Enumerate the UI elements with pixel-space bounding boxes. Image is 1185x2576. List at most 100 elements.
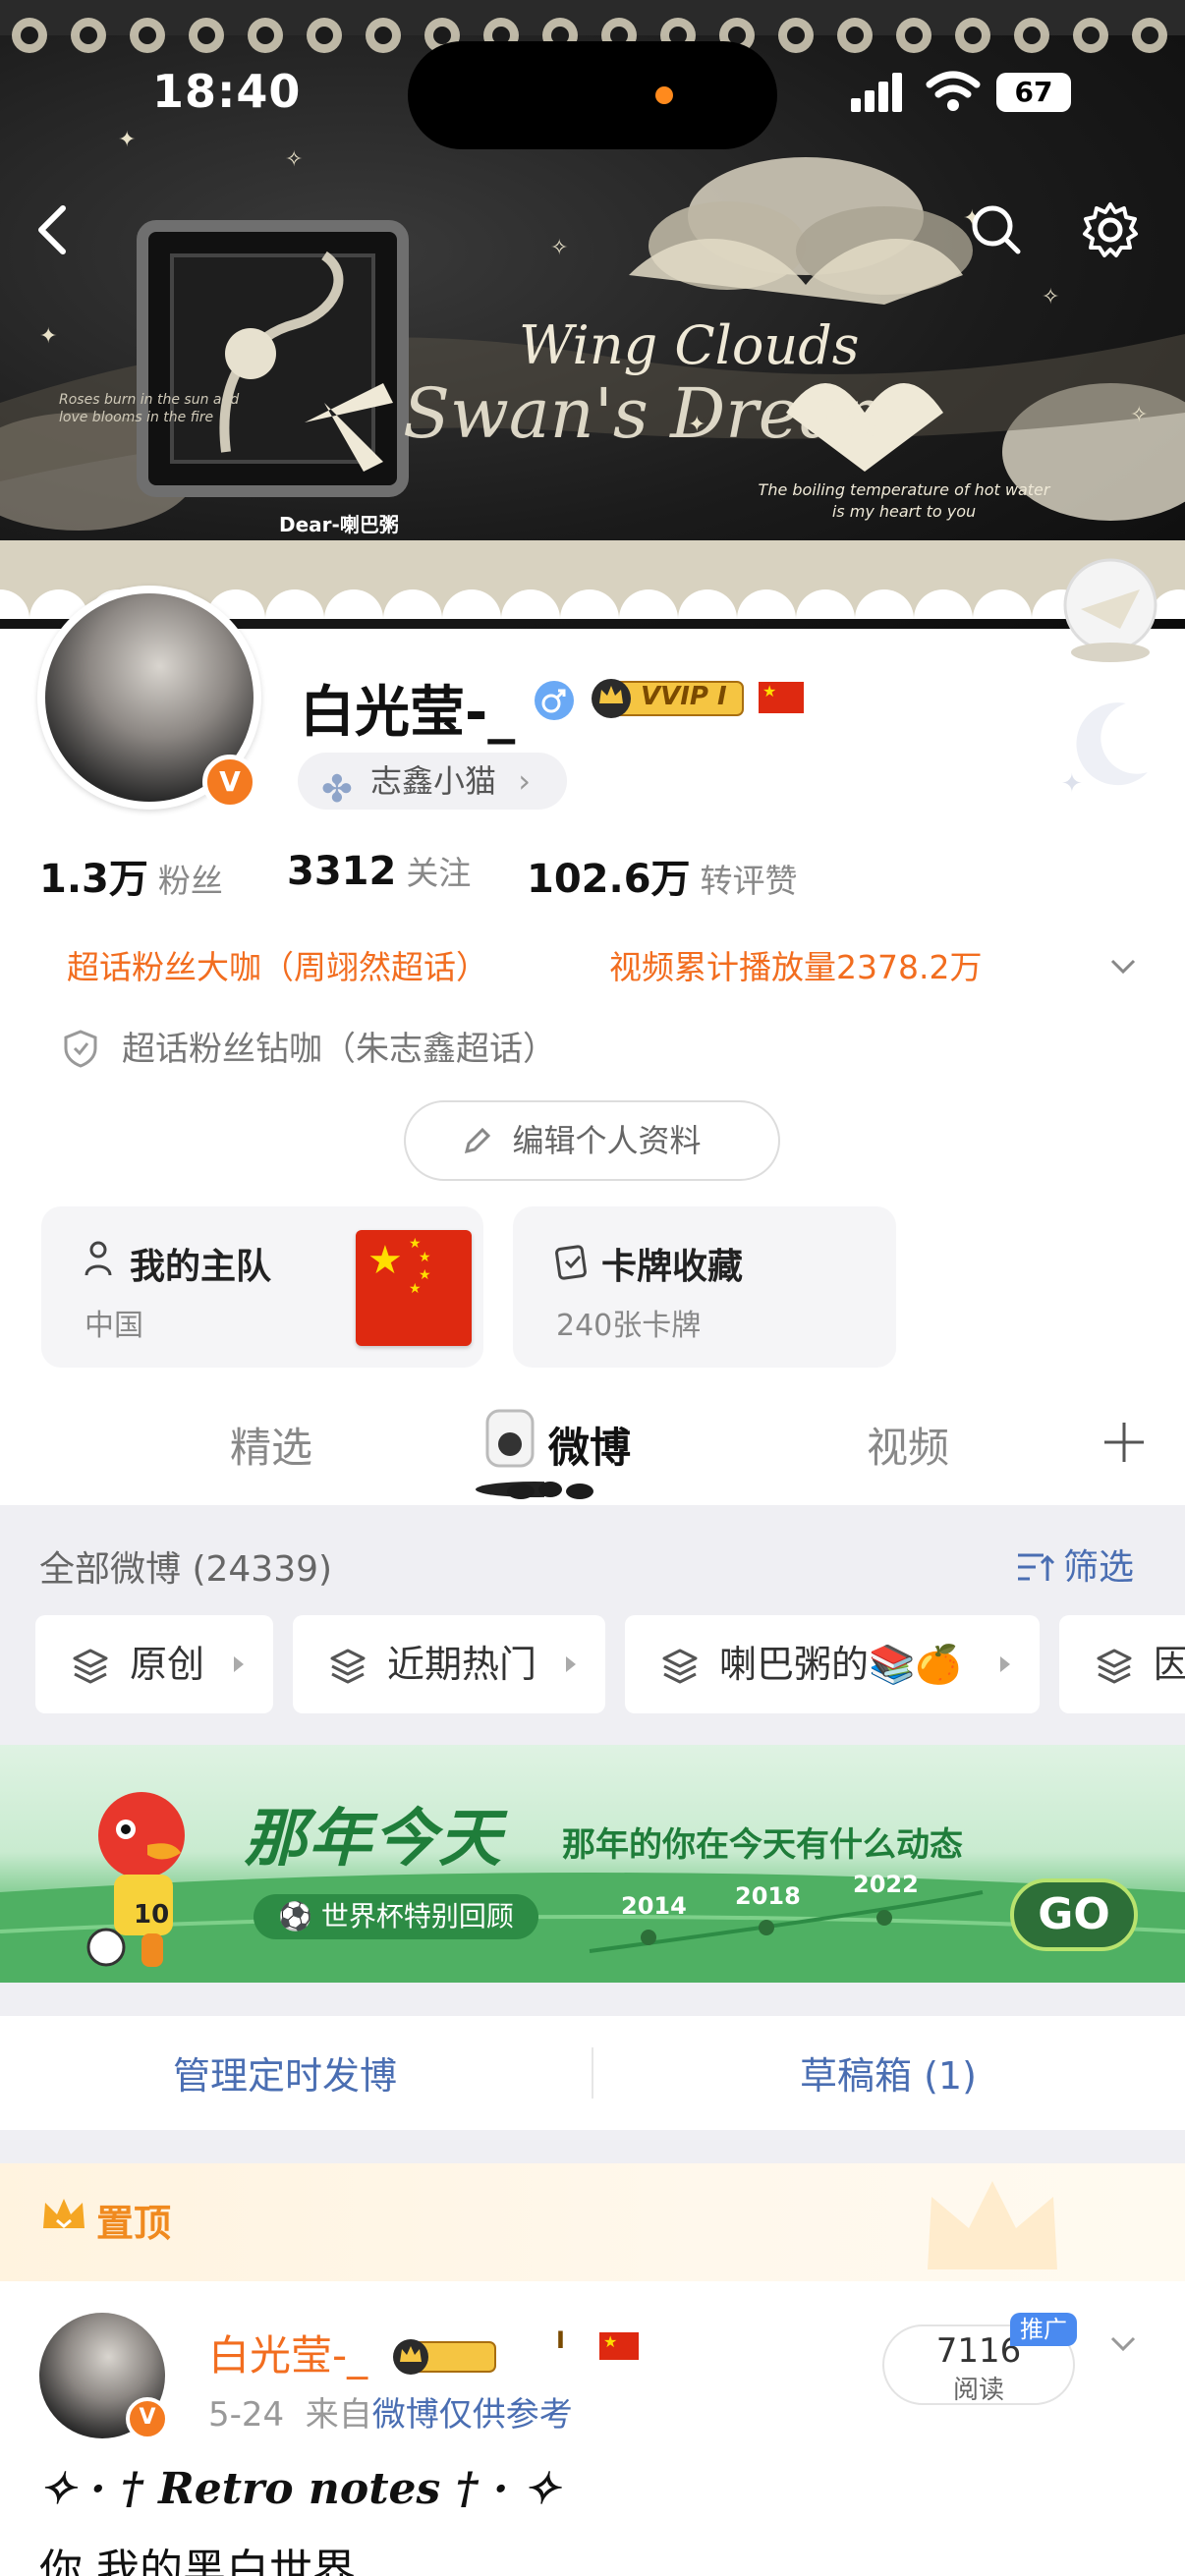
on-this-day-banner[interactable]: 10 那年今天 那年的你在今天有什么动态 ⚽ 世界杯特别回顾 2014 2018… <box>0 1745 1185 1983</box>
post-author-name-text: 白光莹-_ <box>208 2331 368 2380</box>
followers-stat[interactable]: 1.3万 粉丝 <box>39 847 223 904</box>
profile-cover-banner[interactable]: ✦✧✦ ✧✦✧ ✦✦✧ Wing Clouds Swan's Dream Dea… <box>0 0 1185 629</box>
my-team-card[interactable]: 我的主队 中国 ★ ★ ★ ★ ★ <box>41 1206 483 1368</box>
chip-recent-hot-label: 近期热门 <box>387 1643 537 1686</box>
card-collection-title: 卡牌收藏 <box>601 1247 744 1287</box>
search-icon[interactable] <box>965 198 1028 261</box>
pinned-header: 置顶 <box>0 2163 1185 2281</box>
post-source-prefix: 来自 <box>305 2395 372 2435</box>
post-options-chevron-icon[interactable] <box>1108 2328 1138 2358</box>
engagement-stat[interactable]: 102.6万 转评赞 <box>527 847 798 904</box>
soccer-ball-icon: ⚽ <box>278 1900 321 1932</box>
chip-partial[interactable]: 因 <box>1059 1615 1185 1713</box>
my-team-subtitle: 中国 <box>85 1309 143 1343</box>
drafts-link[interactable]: 草稿箱 (1) <box>800 2045 977 2100</box>
recording-indicator <box>655 86 673 104</box>
chip-custom-collection-label: 喇巴粥的📚🍊 <box>719 1643 962 1686</box>
followers-label: 粉丝 <box>157 862 223 900</box>
clover-icon: ✤ <box>321 767 353 811</box>
world-cup-label: 世界杯特别回顾 <box>320 1900 514 1932</box>
banner-tagline: The boiling temperature of hot water is … <box>758 480 1050 521</box>
settings-gear-icon[interactable] <box>1079 198 1142 261</box>
chip-original[interactable]: 原创 <box>35 1615 273 1713</box>
filter-icon <box>1018 1553 1055 1581</box>
card-collection-subtitle: 240张卡牌 <box>556 1309 702 1343</box>
profile-name: 白光莹-_ <box>300 681 516 745</box>
post-author-name[interactable]: 白光莹-_ I <box>208 2323 639 2382</box>
chip-custom-collection[interactable]: 喇巴粥的📚🍊 <box>625 1615 1040 1713</box>
edit-profile-label: 编辑个人资料 <box>512 1122 702 1159</box>
tab-weibo[interactable]: 微博 <box>548 1415 631 1475</box>
vip-level-label: I <box>556 2326 565 2354</box>
team-icon <box>85 1241 112 1276</box>
year-2022: 2022 <box>853 1871 919 1898</box>
edit-profile-button[interactable]: 编辑个人资料 <box>404 1100 780 1181</box>
crown-icon <box>43 2199 85 2228</box>
filter-label: 筛选 <box>1063 1547 1135 1588</box>
crystal-ball-decoration-icon <box>1063 558 1157 662</box>
layers-icon <box>330 1649 366 1684</box>
svg-text:✦: ✦ <box>1061 769 1083 799</box>
post-date: 5-24 <box>208 2395 285 2435</box>
status-time: 18:40 <box>152 65 302 118</box>
chevron-down-icon[interactable] <box>1108 951 1138 980</box>
honor-supertopic-big[interactable]: 超话粉丝大咖（周翊然超话） <box>67 941 488 988</box>
following-label: 关注 <box>406 854 472 892</box>
go-button[interactable]: GO <box>1010 1878 1138 1951</box>
add-tab-plus-icon[interactable] <box>1100 1419 1148 1466</box>
crown-watermark-icon <box>928 2181 1057 2269</box>
chip-recent-hot[interactable]: 近期热门 <box>293 1615 605 1713</box>
followers-count: 1.3万 <box>39 857 148 902</box>
weibo-tab-underline-icon <box>507 1482 593 1499</box>
tab-video[interactable]: 视频 <box>867 1415 949 1475</box>
banner-title-line1: Wing Clouds <box>519 314 860 376</box>
gender-male-icon <box>535 681 574 720</box>
tab-featured[interactable]: 精选 <box>230 1415 312 1475</box>
engagement-label: 转评赞 <box>700 862 798 900</box>
post-management-row: 管理定时发博 草稿箱 (1) <box>0 2016 1185 2130</box>
back-arrow-icon[interactable] <box>24 198 86 261</box>
status-bar: 18:40 67 <box>0 0 1185 149</box>
read-label: 阅读 <box>952 2376 1004 2405</box>
pencil-icon <box>464 1127 491 1154</box>
layers-icon <box>1097 1649 1132 1684</box>
chip-original-label: 原创 <box>130 1643 205 1686</box>
chip-arrow-icon <box>566 1656 576 1672</box>
card-collection-icon <box>555 1245 587 1280</box>
chip-arrow-icon <box>234 1656 244 1672</box>
banner-watermark: Dear-喇巴粥 <box>279 513 399 536</box>
scheduled-posts-link[interactable]: 管理定时发博 <box>173 2045 397 2100</box>
promote-badge[interactable]: 推广 <box>1010 2313 1077 2346</box>
card-collection-card[interactable]: 卡牌收藏 240张卡牌 <box>513 1206 896 1368</box>
following-count: 3312 <box>287 849 397 894</box>
on-this-day-subtitle: 那年的你在今天有什么动态 <box>562 1825 963 1865</box>
wifi-icon <box>926 71 981 111</box>
fan-tag-label: 志鑫小猫 <box>370 762 497 800</box>
verified-v-badge-icon: V <box>202 755 257 810</box>
divider <box>592 2047 593 2099</box>
engagement-count: 102.6万 <box>527 857 691 902</box>
year-2018: 2018 <box>735 1882 801 1910</box>
fan-tag-pill[interactable]: ✤ 志鑫小猫 › <box>298 753 567 811</box>
all-posts-count: 全部微博 (24339) <box>39 1549 333 1590</box>
battery-indicator: 67 <box>996 73 1071 112</box>
honor-diamond-label: 超话粉丝钻咖（朱志鑫超话） <box>122 1030 556 1069</box>
filter-button[interactable]: 筛选 <box>1016 1539 1134 1590</box>
on-this-day-title: 那年今天 <box>244 1803 503 1876</box>
vvip-label: VVIP I <box>641 682 727 711</box>
pinned-label: 置顶 <box>96 2202 172 2245</box>
honor-video-plays[interactable]: 视频累计播放量2378.2万 <box>609 941 982 988</box>
vip-level-badge-icon <box>392 2339 496 2375</box>
post-verified-badge-icon: V <box>126 2397 169 2440</box>
banner-title-line2: Swan's Dream <box>403 373 906 454</box>
chevron-right-icon: › <box>518 762 531 800</box>
shield-icon <box>64 1030 97 1068</box>
following-stat[interactable]: 3312 关注 <box>287 847 471 894</box>
layers-icon <box>662 1649 698 1684</box>
year-2014: 2014 <box>621 1892 687 1920</box>
post-text-line1: ✧ · † 𝑹𝒆𝒕𝒓𝒐 𝒏𝒐𝒕𝒆𝒔 † · ✧ <box>39 2464 560 2514</box>
mascot-jersey-number: 10 <box>134 1900 170 1930</box>
post-source[interactable]: 微博仅供参考 <box>372 2395 573 2435</box>
honor-supertopic-diamond[interactable]: 超话粉丝钻咖（朱志鑫超话） <box>61 1022 556 1070</box>
chip-arrow-icon <box>1000 1656 1010 1672</box>
